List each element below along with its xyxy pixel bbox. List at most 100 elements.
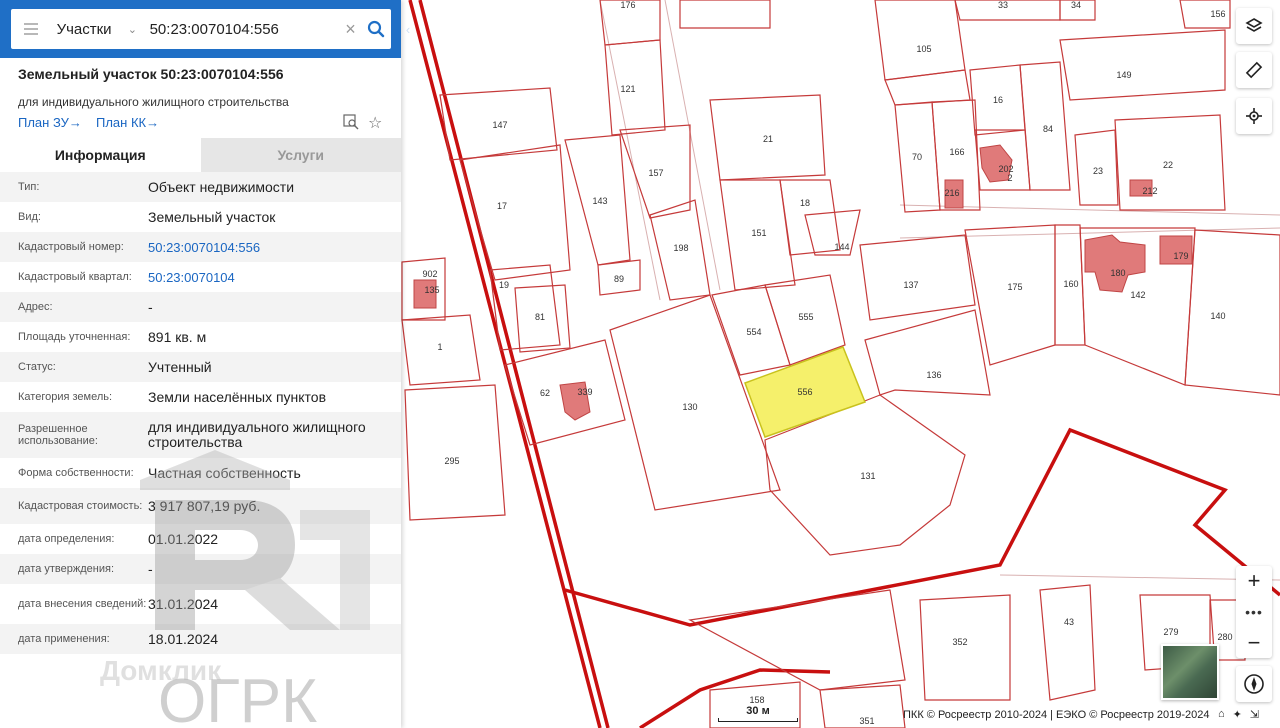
parcel-label: 70: [912, 152, 922, 162]
object-subtitle: для индивидуального жилищного строительс…: [18, 95, 289, 109]
search-type-select[interactable]: Участки: [51, 21, 128, 38]
info-value: Частная собственность: [148, 464, 301, 481]
info-value: Земли населённых пунктов: [148, 388, 327, 405]
star-icon[interactable]: ☆: [368, 113, 382, 133]
parcel-label: 158: [749, 695, 764, 705]
info-value: -: [148, 298, 153, 315]
info-row: дата утверждения: -: [0, 554, 401, 584]
info-label: Вид:: [18, 211, 41, 223]
chevron-down-icon[interactable]: ⌄: [128, 23, 144, 36]
search-button[interactable]: [361, 20, 391, 38]
info-value: 3 917 807,19 руб.: [148, 497, 261, 514]
parcel: [919, 594, 1011, 701]
parcel-label: 1: [437, 342, 442, 352]
plan-zu-link[interactable]: План ЗУ→: [18, 115, 82, 130]
parcel-label: 279: [1163, 627, 1178, 637]
menu-icon[interactable]: [11, 9, 51, 49]
scale-label: 30 м: [746, 705, 770, 717]
road-boundary: [418, 0, 610, 728]
layers-button[interactable]: [1236, 8, 1272, 44]
info-row: Форма собственности: Частная собственност…: [0, 458, 401, 488]
parcel: [404, 384, 506, 521]
parcel: [874, 0, 966, 81]
parcel-label: 160: [1063, 279, 1078, 289]
satellite-layer-thumbnail[interactable]: [1161, 644, 1219, 700]
plan-kk-link[interactable]: План КК→: [96, 115, 159, 130]
parcel-label: 121: [620, 84, 635, 94]
info-value: 01.01.2022: [148, 530, 219, 547]
info-label: Разрешенное использование:: [18, 423, 98, 447]
clear-icon[interactable]: ×: [340, 19, 362, 40]
parcel-label: 295: [444, 456, 459, 466]
info-label: Адрес:: [18, 301, 53, 313]
find-on-map-icon[interactable]: [343, 114, 359, 135]
tabs: Информация Услуги: [0, 138, 401, 172]
scale-bar: [718, 718, 798, 722]
info-label: Площадь уточненная:: [18, 331, 131, 343]
parcel-label: 179: [1173, 251, 1188, 261]
zoom-out-button[interactable]: −: [1248, 632, 1261, 654]
watermark-sub: Домклик: [100, 655, 222, 686]
info-value: Объект недвижимости: [148, 178, 295, 195]
home-icon[interactable]: ⌂: [1218, 708, 1225, 721]
info-value: -: [148, 560, 153, 577]
parcel-label: 105: [916, 44, 931, 54]
info-label: Кадастровая стоимость:: [18, 500, 143, 512]
parcel-label: 555: [798, 312, 813, 322]
parcel-label: 22: [1163, 160, 1173, 170]
parcel-label: 81: [535, 312, 545, 322]
parcel-label: 216: [944, 188, 959, 198]
parcel-label: 176: [620, 0, 635, 10]
info-value: 31.01.2024: [148, 595, 219, 612]
search-box[interactable]: Участки ⌄ ×: [11, 9, 391, 49]
info-value: Земельный участок: [148, 208, 276, 225]
info-row: Вид: Земельный участок: [0, 202, 401, 232]
parcel-label: 339: [577, 387, 592, 397]
parcel-label: 21: [763, 134, 773, 144]
info-row: Кадастровый квартал: 50:23:0070104: [0, 262, 401, 292]
parcel-label: 157: [648, 168, 663, 178]
compass-button[interactable]: [1236, 666, 1272, 702]
collapse-panel-icon[interactable]: ‹: [401, 14, 415, 44]
ruler-button[interactable]: [1236, 52, 1272, 88]
info-row: Разрешенное использование: для индивидуал…: [0, 412, 401, 458]
parcel: [859, 234, 976, 321]
parcel: [679, 0, 771, 29]
share-icon[interactable]: ⇲: [1250, 708, 1259, 721]
info-label: Категория земель:: [18, 391, 113, 403]
parcel-label: 136: [926, 370, 941, 380]
tab-services[interactable]: Услуги: [200, 138, 401, 172]
info-row: дата применения: 18.01.2024: [0, 624, 401, 654]
parcel-label: 166: [949, 147, 964, 157]
parcel-label: 135: [424, 285, 439, 295]
tab-info[interactable]: Информация: [0, 138, 201, 172]
zoom-in-button[interactable]: +: [1248, 570, 1261, 592]
ruler-icon: [1245, 61, 1263, 79]
object-title: Земельный участок 50:23:0070104:556: [18, 66, 284, 82]
building: [1084, 234, 1146, 293]
info-row: Статус: Учтенный: [0, 352, 401, 382]
info-label: дата применения:: [18, 633, 110, 645]
locate-button[interactable]: [1236, 98, 1272, 134]
info-value[interactable]: 50:23:0070104: [148, 270, 401, 285]
parcel-label: 131: [860, 471, 875, 481]
parcel-label: 143: [592, 196, 607, 206]
parcel: [1059, 29, 1226, 101]
parcel-label: 18: [800, 198, 810, 208]
parcel-label: 142: [1130, 290, 1145, 300]
parcel-label: 89: [614, 274, 624, 284]
info-row: дата внесения сведений: 31.01.2024: [0, 584, 401, 624]
search-input[interactable]: [149, 20, 340, 38]
sparkle-icon[interactable]: ✦: [1233, 708, 1242, 721]
info-value: Учтенный: [148, 358, 212, 375]
parcel-label: 2: [1007, 173, 1012, 183]
more-icon[interactable]: •••: [1245, 604, 1263, 620]
info-value[interactable]: 50:23:0070104:556: [148, 240, 401, 255]
parcel-label: 23: [1093, 166, 1103, 176]
parcel: [1184, 229, 1280, 396]
info-label: Статус:: [18, 361, 56, 373]
info-panel: Участки ⌄ × Земельный участок 50:23:0070…: [0, 0, 401, 728]
compass-icon: [1244, 674, 1264, 694]
info-value: 18.01.2024: [148, 630, 219, 647]
parcel-label: 554: [746, 327, 761, 337]
